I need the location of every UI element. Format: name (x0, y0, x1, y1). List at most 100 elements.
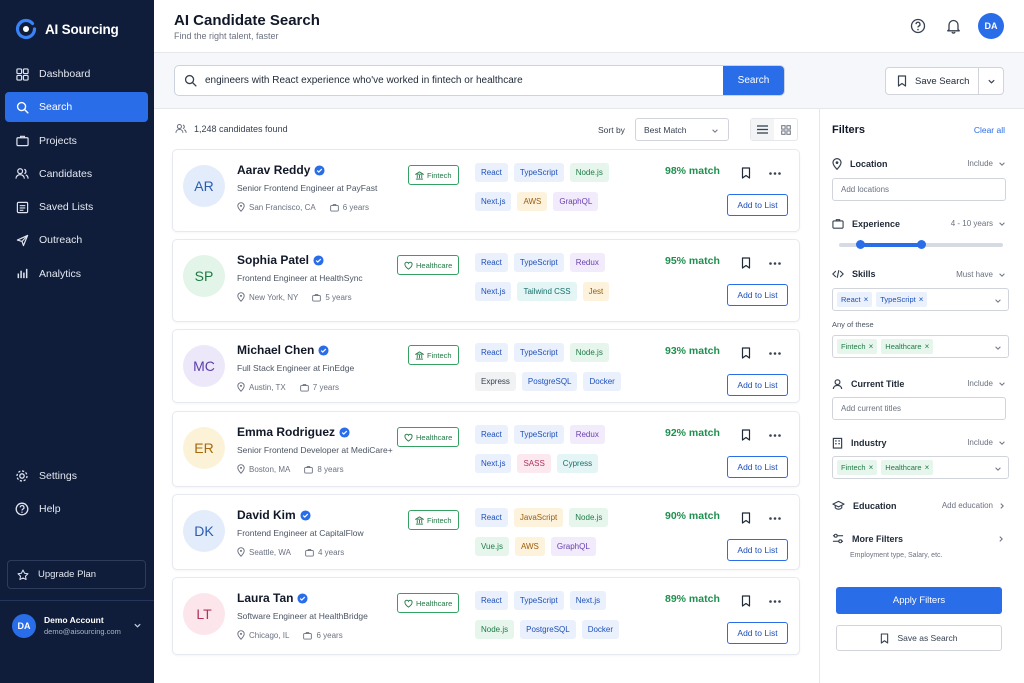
skill-chip[interactable]: JavaScript (513, 508, 564, 527)
grid-view-button[interactable] (774, 119, 797, 140)
remove-tag-icon[interactable]: × (919, 295, 924, 304)
skill-chip[interactable]: Node.js (569, 163, 609, 182)
app-logo[interactable]: AI Sourcing (14, 17, 119, 41)
location-filter-label[interactable]: Location (832, 158, 888, 170)
skill-chip[interactable]: React (475, 163, 508, 182)
remove-tag-icon[interactable]: × (869, 463, 874, 472)
candidate-card[interactable]: SP Sophia Patel Frontend Engineer at Healt… (172, 239, 800, 322)
remove-tag-icon[interactable]: × (864, 295, 869, 304)
any-tag[interactable]: Healthcare × (881, 339, 934, 354)
skill-chip[interactable]: Vue.js (475, 537, 509, 556)
more-options-icon[interactable] (769, 434, 781, 437)
skill-chip[interactable]: React (475, 425, 508, 444)
chevron-right-icon[interactable] (997, 535, 1005, 543)
skill-chip[interactable]: Jest (582, 282, 610, 301)
candidate-name[interactable]: David Kim (237, 508, 296, 522)
skills-mode-select[interactable]: Must have (956, 270, 1006, 279)
nav-outreach[interactable]: Outreach (5, 225, 148, 255)
any-of-these-tag-input[interactable]: Fintech × Healthcare × (832, 335, 1009, 358)
skill-chip[interactable]: PostgreSQL (521, 372, 578, 391)
add-to-list-button[interactable]: Add to List (727, 539, 788, 561)
skill-chip[interactable]: Next.js (475, 454, 512, 473)
bookmark-icon[interactable] (741, 429, 751, 441)
apply-filters-button[interactable]: Apply Filters (836, 587, 1002, 614)
bookmark-icon[interactable] (741, 347, 751, 359)
candidate-card[interactable]: MC Michael Chen Full Stack Engineer at Fin… (172, 329, 800, 403)
skill-chip[interactable]: Docker (583, 372, 621, 391)
nav-settings[interactable]: Settings (5, 461, 148, 491)
more-options-icon[interactable] (769, 172, 781, 175)
current-title-mode-select[interactable]: Include (967, 379, 1006, 388)
experience-filter-label[interactable]: Experience (832, 218, 900, 229)
bookmark-icon[interactable] (741, 512, 751, 524)
skill-chip[interactable]: Docker (581, 620, 620, 639)
skill-chip[interactable]: TypeScript (513, 425, 564, 444)
skill-chip[interactable]: GraphQL (553, 192, 599, 211)
nav-dashboard[interactable]: Dashboard (5, 59, 148, 89)
more-filters-button[interactable]: More Filters (832, 533, 903, 544)
upgrade-plan-button[interactable]: Upgrade Plan (7, 560, 146, 589)
location-input[interactable]: Add locations (832, 178, 1006, 201)
industry-tag[interactable]: Fintech × (837, 460, 878, 475)
skill-chip[interactable]: SASS (517, 454, 551, 473)
bookmark-icon[interactable] (741, 167, 751, 179)
industry-filter-label[interactable]: Industry (832, 437, 887, 449)
skill-chip[interactable]: Tailwind CSS (517, 282, 577, 301)
search-button[interactable]: Search (723, 66, 784, 95)
experience-slider-max-handle[interactable] (916, 240, 926, 249)
remove-tag-icon[interactable]: × (869, 342, 874, 351)
add-to-list-button[interactable]: Add to List (727, 194, 788, 216)
bookmark-icon[interactable] (741, 257, 751, 269)
more-options-icon[interactable] (769, 262, 781, 265)
skill-chip[interactable]: TypeScript (513, 163, 564, 182)
help-button[interactable] (908, 13, 928, 39)
notifications-button[interactable] (943, 13, 963, 39)
skill-chip[interactable]: Next.js (569, 591, 607, 610)
skill-chip[interactable]: React (475, 253, 508, 272)
skill-chip[interactable]: GraphQL (550, 537, 596, 556)
candidate-name[interactable]: Emma Rodriguez (237, 425, 335, 439)
bookmark-icon[interactable] (741, 595, 751, 607)
skill-tag[interactable]: React × (837, 292, 873, 307)
nav-analytics[interactable]: Analytics (5, 259, 148, 289)
account-menu[interactable]: DA Demo Account demo@aisourcing.com (0, 600, 154, 650)
more-options-icon[interactable] (769, 517, 781, 520)
industry-mode-select[interactable]: Include (967, 438, 1006, 447)
more-options-icon[interactable] (769, 352, 781, 355)
add-to-list-button[interactable]: Add to List (727, 622, 788, 644)
nav-search[interactable]: Search (5, 92, 148, 123)
save-search-dropdown[interactable] (978, 68, 1003, 94)
candidate-card[interactable]: LT Laura Tan Software Engineer at HealthBr… (172, 577, 800, 655)
candidate-name[interactable]: Sophia Patel (237, 253, 309, 267)
candidate-name[interactable]: Laura Tan (237, 591, 293, 605)
nav-saved-lists[interactable]: Saved Lists (5, 192, 148, 222)
candidate-name[interactable]: Michael Chen (237, 343, 314, 357)
skill-chip[interactable]: AWS (514, 537, 545, 556)
more-options-icon[interactable] (769, 600, 781, 603)
skill-chip[interactable]: React (475, 508, 508, 527)
skill-chip[interactable]: AWS (517, 192, 548, 211)
add-to-list-button[interactable]: Add to List (727, 284, 788, 306)
nav-projects[interactable]: Projects (5, 126, 148, 156)
current-title-input[interactable]: Add current titles (832, 397, 1006, 420)
industry-tag[interactable]: Healthcare × (881, 460, 934, 475)
add-to-list-button[interactable]: Add to List (727, 374, 788, 396)
add-education-button[interactable]: Add education (942, 501, 1006, 510)
nav-help[interactable]: Help (5, 494, 148, 524)
nav-candidates[interactable]: Candidates (5, 159, 148, 189)
location-mode-select[interactable]: Include (967, 159, 1006, 168)
skill-chip[interactable]: Node.js (475, 620, 515, 639)
candidate-card[interactable]: AR Aarav Reddy Senior Frontend Engineer at… (172, 149, 800, 232)
current-title-filter-label[interactable]: Current Title (832, 378, 904, 390)
skill-chip[interactable]: Cypress (556, 454, 599, 473)
save-as-search-button[interactable]: Save as Search (836, 625, 1002, 651)
experience-range-select[interactable]: 4 - 10 years (951, 219, 1006, 228)
education-filter-label[interactable]: Education (832, 500, 897, 511)
skill-chip[interactable]: Express (475, 372, 516, 391)
clear-all-link[interactable]: Clear all (974, 125, 1005, 135)
candidate-card[interactable]: ER Emma Rodriguez Senior Frontend Develope… (172, 411, 800, 487)
user-avatar[interactable]: DA (978, 13, 1004, 39)
candidate-card[interactable]: DK David Kim Frontend Engineer at CapitalF… (172, 494, 800, 570)
remove-tag-icon[interactable]: × (925, 463, 930, 472)
skill-chip[interactable]: Redux (569, 425, 605, 444)
